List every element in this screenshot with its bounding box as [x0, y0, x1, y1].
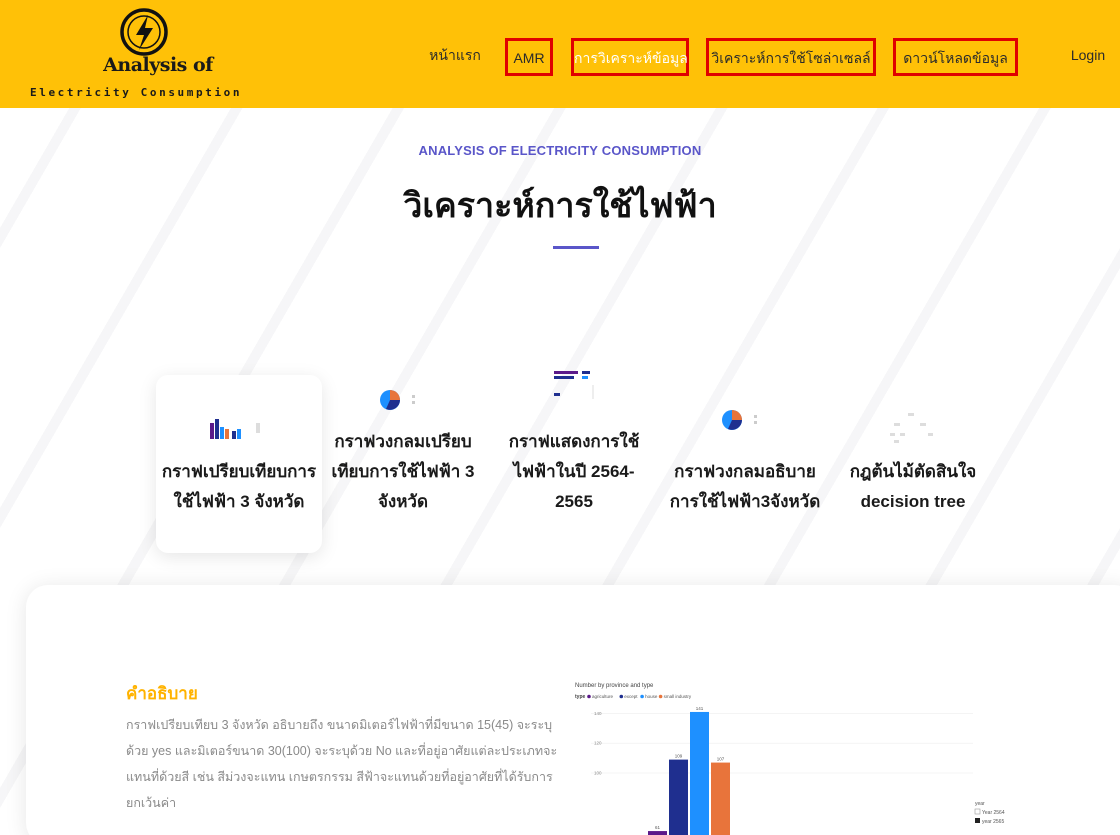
nav-item-data-analysis[interactable]: การวิเคราะห์ข้อมูล	[571, 38, 689, 76]
card-decision-tree[interactable]: กฎต้นไม้ตัดสินใจ decision tree	[836, 375, 990, 553]
card-label-line: กฎต้นไม้ตัดสินใจ	[849, 462, 977, 481]
bar-chart-thumbnail-icon	[210, 419, 260, 439]
chart-legend-marker	[640, 694, 644, 699]
description-title: คำอธิบาย	[126, 684, 198, 703]
chart-y-tick-label: 140	[594, 711, 602, 716]
chart-data-label: 141	[696, 706, 704, 711]
card-label-line: กราฟเปรียบเทียบการ	[161, 462, 317, 481]
chart-bar-agriculture	[648, 831, 667, 835]
card-label-line: จังหวัด	[377, 492, 429, 511]
card-label-line: ไฟฟ้าในปี 2564-	[513, 462, 635, 481]
year-legend-swatch	[974, 808, 981, 815]
year-legend-swatch	[975, 818, 980, 823]
top-navbar: Analysis of Electricity Consumption หน้า…	[0, 0, 1120, 108]
nav-item-login[interactable]: Login	[1062, 38, 1114, 76]
card-pie-explanation[interactable]: กราฟวงกลมอธิบาย การใช้ไฟฟ้า3จังหวัด	[660, 375, 830, 553]
nav-item-home[interactable]: หน้าแรก	[424, 38, 486, 76]
chart-legend-title: type	[575, 694, 586, 700]
chart-legend: agriculture except house small industry	[587, 694, 692, 699]
chart-data-label: 61	[655, 825, 661, 830]
main-nav: หน้าแรก AMR การวิเคราะห์ข้อมูล วิเคราะห์…	[0, 0, 1120, 108]
chart-bar-house	[690, 711, 709, 835]
chart-legend-marker	[658, 694, 663, 699]
card-label-line: ใช้ไฟฟ้า 3 จังหวัด	[173, 492, 305, 511]
chart-legend-label: except	[624, 694, 638, 699]
nav-item-amr[interactable]: AMR	[505, 38, 553, 76]
card-yearly-usage[interactable]: กราฟแสดงการใช้ ไฟฟ้าในปี 2564- 2565	[494, 371, 654, 553]
chart-data-label: 109	[675, 754, 683, 759]
card-label-line: กราฟวงกลมเปรียบ	[334, 432, 472, 451]
nav-item-solar-analysis[interactable]: วิเคราะห์การใช้โซล่าเซลล์	[706, 38, 876, 76]
card-label-line: การใช้ไฟฟ้า3จังหวัด	[669, 492, 821, 511]
card-label: กราฟแสดงการใช้ ไฟฟ้าในปี 2564- 2565	[494, 427, 654, 517]
chart-y-tick-label: 100	[594, 771, 602, 776]
pie-chart-thumbnail-icon	[380, 390, 415, 410]
card-label-line: เทียบการใช้ไฟฟ้า 3	[331, 462, 475, 481]
year-legend-title: year	[975, 801, 985, 807]
card-label: กราฟวงกลมอธิบาย การใช้ไฟฟ้า3จังหวัด	[660, 457, 830, 517]
chart-title: Number by province and type	[575, 683, 654, 689]
card-label-line: decision tree	[860, 492, 966, 511]
chart-bars: 61 109 141 107	[648, 706, 730, 835]
chart-bar-small-industry	[711, 762, 730, 835]
year-legend-item: year 2565	[982, 819, 1004, 825]
chart-legend-marker	[619, 694, 624, 699]
chart-data-label: 107	[717, 757, 725, 762]
nav-item-download-data[interactable]: ดาวน์โหลดข้อมูล	[893, 38, 1018, 76]
chart-y-tick-label: 120	[594, 741, 602, 746]
chart-legend-marker	[587, 694, 591, 699]
chart-legend-label: small industry	[664, 694, 692, 699]
page-title: วิเคราะห์การใช้ไฟฟ้า	[403, 187, 717, 225]
chart-bar-except	[669, 759, 688, 835]
chart-grid: 140 120 100	[591, 711, 973, 776]
bar-chart: Number by province and type type agricul…	[575, 683, 1005, 835]
card-label-line: 2565	[555, 492, 593, 511]
card-label-line: กราฟแสดงการใช้	[508, 432, 640, 451]
section-kicker: ANALYSIS OF ELECTRICITY CONSUMPTION	[418, 143, 702, 158]
pie-chart-thumbnail-icon	[722, 410, 757, 430]
card-bar-comparison[interactable]: กราฟเปรียบเทียบการ ใช้ไฟฟ้า 3 จังหวัด	[156, 375, 322, 553]
card-label: กฎต้นไม้ตัดสินใจ decision tree	[836, 457, 990, 517]
year-legend-item: Year 2564	[982, 810, 1005, 816]
year-legend: year Year 2564 year 2565	[974, 801, 1005, 825]
chart-legend-label: house	[645, 694, 658, 699]
description-text: กราฟเปรียบเทียบ 3 จังหวัด อธิบายถึง ขนาด…	[126, 718, 558, 810]
card-label: กราฟวงกลมเปรียบ เทียบการใช้ไฟฟ้า 3 จังหว…	[316, 427, 490, 517]
chart-legend-label: agriculture	[592, 694, 614, 699]
card-label-line: กราฟวงกลมอธิบาย	[674, 462, 816, 481]
card-pie-comparison[interactable]: กราฟวงกลมเปรียบ เทียบการใช้ไฟฟ้า 3 จังหว…	[316, 375, 490, 553]
card-label: กราฟเปรียบเทียบการ ใช้ไฟฟ้า 3 จังหวัด	[156, 457, 322, 517]
horizontal-bar-thumbnail-icon	[554, 371, 594, 399]
title-underline	[553, 246, 599, 249]
decision-tree-thumbnail-icon	[890, 413, 933, 443]
